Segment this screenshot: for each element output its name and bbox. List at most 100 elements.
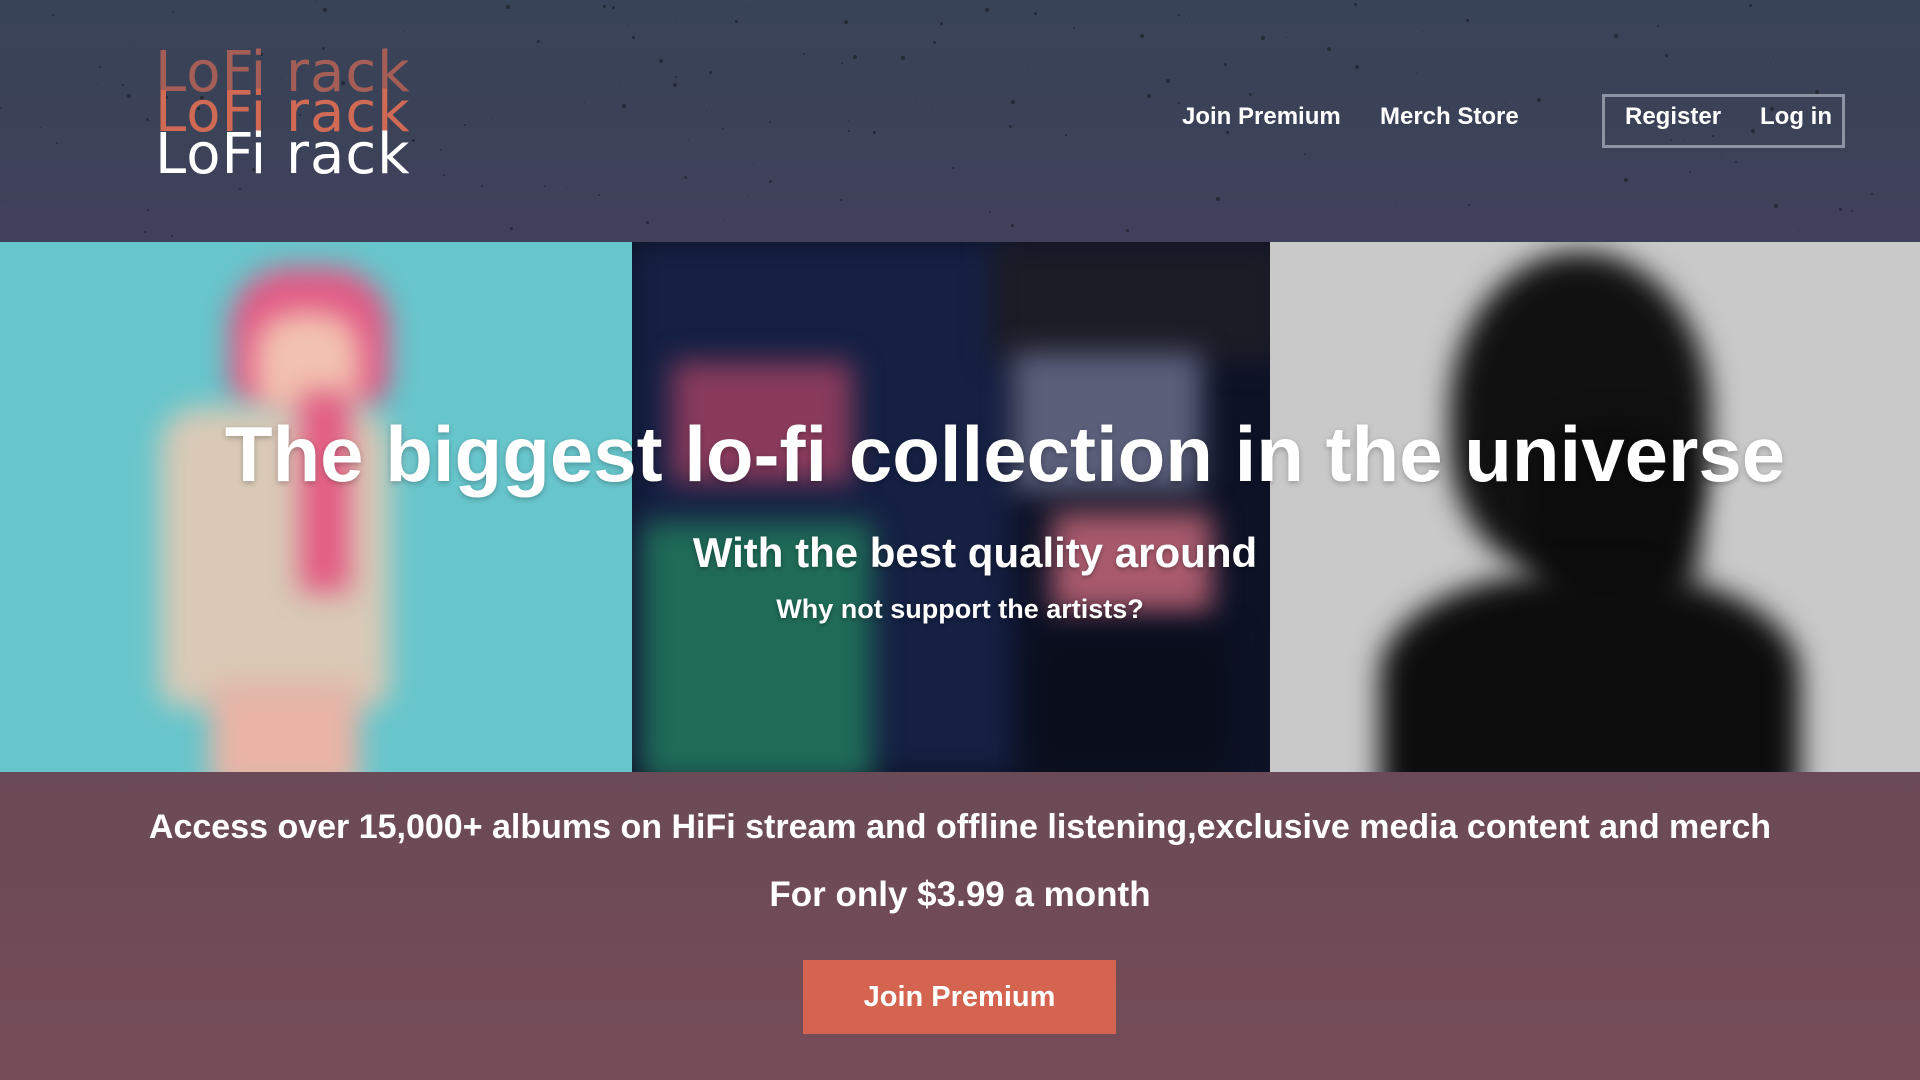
hero-image-city: [632, 242, 1270, 772]
texture-speck: [1416, 72, 1417, 73]
texture-speck: [684, 176, 687, 179]
texture-speck: [323, 8, 327, 12]
offer-description: Access over 15,000+ albums on HiFi strea…: [148, 808, 1772, 846]
texture-speck: [56, 142, 58, 144]
nav-merch-store[interactable]: Merch Store: [1380, 103, 1519, 131]
texture-speck: [1721, 157, 1722, 158]
texture-speck: [1624, 178, 1628, 182]
texture-speck: [659, 59, 663, 63]
site-header: LoFi rack LoFi rack LoFi rack Join Premi…: [0, 0, 1920, 242]
premium-offer: Access over 15,000+ albums on HiFi strea…: [0, 772, 1920, 1080]
texture-speck: [1537, 98, 1541, 102]
hero-subtitle: With the best quality around: [692, 529, 1258, 576]
texture-speck: [1798, 230, 1799, 231]
texture-speck: [1614, 34, 1618, 38]
texture-speck: [735, 20, 738, 23]
texture-speck: [619, 85, 620, 86]
texture-speck: [802, 130, 803, 131]
texture-speck: [1166, 79, 1170, 83]
texture-speck: [440, 149, 442, 151]
texture-speck: [603, 5, 606, 8]
logo[interactable]: LoFi rack LoFi rack LoFi rack: [155, 45, 425, 185]
texture-speck: [1839, 208, 1842, 211]
texture-speck: [840, 199, 842, 201]
texture-speck: [506, 5, 510, 9]
texture-speck: [122, 84, 124, 86]
texture-speck: [1226, 131, 1229, 134]
texture-speck: [632, 36, 635, 39]
texture-speck: [99, 66, 101, 68]
texture-speck: [40, 127, 41, 128]
texture-speck: [1735, 161, 1737, 163]
texture-speck: [172, 11, 174, 13]
texture-speck: [52, 14, 54, 16]
texture-speck: [1073, 27, 1075, 29]
texture-speck: [537, 40, 540, 43]
texture-speck: [706, 111, 707, 112]
texture-speck: [769, 180, 772, 183]
texture-speck: [1286, 37, 1287, 38]
texture-speck: [1065, 134, 1067, 136]
texture-speck: [1395, 202, 1396, 203]
texture-speck: [688, 139, 689, 140]
texture-speck: [673, 83, 677, 87]
texture-speck: [1028, 66, 1029, 67]
texture-speck: [1261, 36, 1265, 40]
texture-speck: [1178, 14, 1180, 16]
join-premium-button[interactable]: Join Premium: [803, 960, 1116, 1034]
texture-speck: [622, 104, 626, 108]
texture-speck: [1689, 171, 1691, 173]
nav-join-premium[interactable]: Join Premium: [1182, 103, 1341, 131]
texture-speck: [598, 194, 600, 196]
texture-speck: [1011, 224, 1014, 227]
texture-speck: [1249, 93, 1252, 96]
texture-speck: [1327, 47, 1331, 51]
login-link[interactable]: Log in: [1760, 103, 1832, 131]
texture-speck: [1468, 204, 1470, 206]
texture-speck: [952, 167, 954, 169]
texture-speck: [628, 24, 629, 25]
offer-price: For only $3.99 a month: [769, 875, 1151, 914]
hero-tagline: Why not support the artists?: [776, 594, 1144, 624]
texture-speck: [1657, 25, 1659, 27]
texture-speck: [989, 211, 991, 213]
texture-speck: [239, 188, 241, 190]
texture-speck: [1355, 65, 1359, 69]
hero-image-silhouette: [1270, 242, 1920, 772]
texture-speck: [5, 200, 6, 201]
texture-speck: [1354, 166, 1355, 167]
texture-speck: [1011, 100, 1015, 104]
texture-speck: [481, 185, 483, 187]
texture-speck: [144, 231, 146, 233]
texture-speck: [1034, 12, 1037, 15]
register-link[interactable]: Register: [1625, 103, 1721, 131]
texture-speck: [803, 53, 805, 55]
texture-speck: [1773, 56, 1774, 57]
texture-speck: [1186, 23, 1187, 24]
texture-speck: [747, 196, 748, 197]
texture-speck: [873, 131, 876, 134]
texture-speck: [491, 118, 492, 119]
texture-speck: [723, 219, 724, 220]
texture-speck: [844, 20, 848, 24]
texture-speck: [443, 174, 445, 176]
texture-speck: [985, 8, 989, 12]
texture-speck: [753, 163, 754, 164]
texture-speck: [709, 71, 712, 74]
texture-speck: [1354, 3, 1357, 6]
texture-speck: [675, 76, 677, 78]
texture-speck: [464, 124, 466, 126]
texture-speck: [315, 0, 316, 1]
texture-speck: [612, 6, 615, 9]
texture-speck: [584, 102, 585, 103]
texture-speck: [940, 22, 943, 25]
texture-speck: [127, 94, 131, 98]
texture-speck: [1126, 229, 1129, 232]
texture-speck: [171, 235, 173, 237]
texture-speck: [147, 209, 149, 211]
texture-speck: [1774, 204, 1778, 208]
texture-speck: [853, 55, 857, 59]
texture-speck: [848, 120, 849, 121]
texture-speck: [915, 98, 916, 99]
texture-speck: [841, 62, 843, 64]
